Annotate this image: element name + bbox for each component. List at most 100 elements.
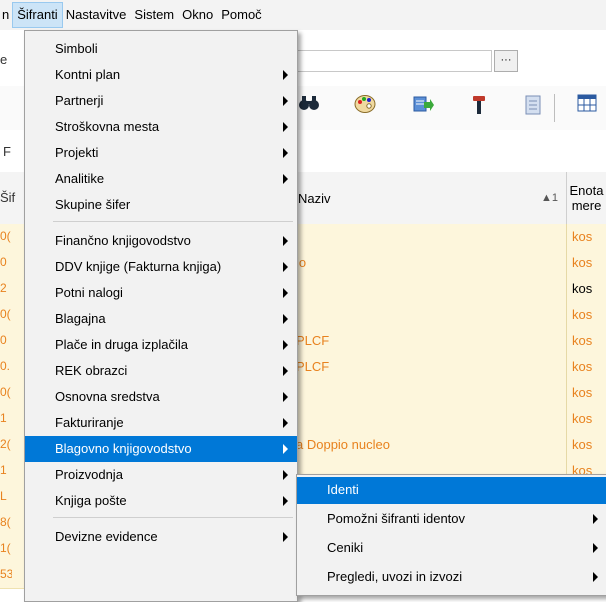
chevron-right-icon — [593, 572, 598, 582]
row-code: 0( — [0, 385, 11, 399]
cell-separator — [566, 302, 567, 328]
menu-item-financno-knjigovodstvo[interactable]: Finančno knjigovodstvo — [25, 228, 297, 254]
row-code: 2 — [0, 281, 7, 295]
sifranti-menu: Simboli Kontni plan Partnerji Stroškovna me… — [24, 30, 298, 602]
menu-item-ddv-knjige-fakturna-knjiga[interactable]: DDV knjige (Fakturna knjiga) — [25, 254, 297, 280]
row-enota: kos — [572, 359, 593, 374]
chevron-right-icon — [593, 543, 598, 553]
menu-item-label: REK obrazci — [55, 363, 128, 378]
menu-separator — [53, 517, 293, 518]
browse-button[interactable]: ··· — [494, 50, 518, 72]
menu-item-kontni-plan[interactable]: Kontni plan — [25, 62, 297, 88]
tab-fragment[interactable]: F — [3, 144, 11, 159]
menu-item-stroskovna-mesta[interactable]: Stroškovna mesta — [25, 114, 297, 140]
chevron-right-icon — [283, 96, 288, 106]
menu-item-partnerji[interactable]: Partnerji — [25, 88, 297, 114]
cell-separator — [566, 432, 567, 458]
menu-item-blagovno-knjigovodstvo[interactable]: Blagovno knjigovodstvo — [25, 436, 297, 462]
blagovno-knjigovodstvo-submenu: Identi Pomožni šifranti identov Ceniki Preg… — [296, 474, 606, 596]
cell-separator — [566, 224, 567, 250]
menu-sistem[interactable]: Sistem — [130, 3, 178, 27]
cell-separator — [566, 250, 567, 276]
menu-separator — [53, 221, 293, 222]
cell-separator — [566, 354, 567, 380]
row-code: 0( — [0, 307, 11, 321]
document-icon[interactable] — [520, 94, 546, 120]
menu-item-simboli[interactable]: Simboli — [25, 36, 297, 62]
menu-item-devizne-evidence[interactable]: Devizne evidence — [25, 524, 297, 550]
menu-item-analitike[interactable]: Analitike — [25, 166, 297, 192]
menu-okno[interactable]: Okno — [178, 3, 217, 27]
row-code: 1( — [0, 541, 11, 555]
submenu-item-pomozni-sifranti-identov[interactable]: Pomožni šifranti identov — [297, 506, 606, 533]
filter-input[interactable] — [290, 50, 492, 72]
row-enota: kos — [572, 307, 593, 322]
menu-item-projekti[interactable]: Projekti — [25, 140, 297, 166]
column-enota-header[interactable]: Enota mere — [567, 172, 606, 224]
toolbar-separator — [554, 94, 555, 122]
row-code: 1 — [0, 411, 7, 425]
menu-item-potni-nalogi[interactable]: Potni nalogi — [25, 280, 297, 306]
column-sifra-header[interactable]: Šif — [0, 190, 15, 205]
chevron-right-icon — [283, 366, 288, 376]
row-code: L — [0, 489, 7, 503]
chevron-right-icon — [283, 496, 288, 506]
cell-separator — [566, 276, 567, 302]
menu-item-rek-obrazci[interactable]: REK obrazci — [25, 358, 297, 384]
menu-pomoc[interactable]: Pomoč — [217, 3, 265, 27]
menu-item-label: Blagajna — [55, 311, 106, 326]
menu-item-label: Kontni plan — [55, 67, 121, 82]
menu-item-fakturiranje[interactable]: Fakturiranje — [25, 410, 297, 436]
row-code: 0. — [0, 359, 11, 373]
menu-nastavitve[interactable]: Nastavitve — [62, 3, 131, 27]
chevron-right-icon — [283, 70, 288, 80]
row-enota: kos — [572, 411, 593, 426]
submenu-item-identi[interactable]: Identi — [297, 477, 606, 504]
menu-item-label: Potni nalogi — [55, 285, 123, 300]
chevron-right-icon — [593, 514, 598, 524]
chevron-right-icon — [283, 236, 288, 246]
row-code: 53 — [0, 567, 12, 581]
menu-item-label: Simboli — [55, 41, 98, 56]
row-code: 0( — [0, 229, 11, 243]
menu-sifranti[interactable]: Šifranti — [12, 2, 63, 28]
submenu-item-ceniki[interactable]: Ceniki — [297, 535, 606, 562]
submenu-item-label: Pregledi, uvozi in izvozi — [327, 569, 463, 584]
menu-item-osnovna-sredstva[interactable]: Osnovna sredstva — [25, 384, 297, 410]
chevron-right-icon — [283, 262, 288, 272]
export-icon[interactable] — [410, 94, 436, 120]
row-code: 8( — [0, 515, 11, 529]
row-enota: kos — [572, 333, 593, 348]
submenu-item-pregledi-uvozi-in-izvozi[interactable]: Pregledi, uvozi in izvozi — [297, 564, 606, 591]
row-naziv: PLCF — [296, 333, 330, 348]
row-enota: kos — [572, 255, 593, 270]
menu-item-blagajna[interactable]: Blagajna — [25, 306, 297, 332]
column-naziv-header[interactable]: Naziv ▲1 — [298, 172, 566, 224]
row-enota: kos — [572, 437, 593, 452]
submenu-item-label: Ceniki — [327, 540, 364, 555]
row-enota: kos — [572, 281, 593, 296]
menu-item-label: Knjiga pošte — [55, 493, 127, 508]
row-code: 0 — [0, 333, 7, 347]
palette-icon[interactable] — [352, 94, 378, 120]
menu-item-label: Stroškovna mesta — [55, 119, 160, 134]
submenu-item-label: Pomožni šifranti identov — [327, 511, 466, 526]
tools-icon[interactable] — [466, 94, 492, 120]
chevron-right-icon — [283, 392, 288, 402]
menu-item-label: Finančno knjigovodstvo — [55, 233, 191, 248]
menu-item-label: Devizne evidence — [55, 529, 158, 544]
binoculars-icon[interactable] — [296, 94, 322, 120]
field-label-fragment: e — [0, 52, 8, 67]
chevron-right-icon — [283, 122, 288, 132]
row-naziv: a Doppio nucleo — [296, 437, 390, 452]
menu-item-knjiga-poste[interactable]: Knjiga pošte — [25, 488, 297, 514]
sort-indicator: ▲1 — [540, 192, 558, 204]
menu-item-place-in-druga-izplacila[interactable]: Plače in druga izplačila — [25, 332, 297, 358]
menu-truncated[interactable]: n — [0, 3, 13, 27]
grid-icon[interactable] — [574, 94, 600, 120]
menu-item-proizvodnja[interactable]: Proizvodnja — [25, 462, 297, 488]
chevron-right-icon — [283, 470, 288, 480]
menu-item-label: Projekti — [55, 145, 99, 160]
column-enota-label-1: Enota — [569, 183, 604, 198]
menu-item-skupine-sifer[interactable]: Skupine šifer — [25, 192, 297, 218]
